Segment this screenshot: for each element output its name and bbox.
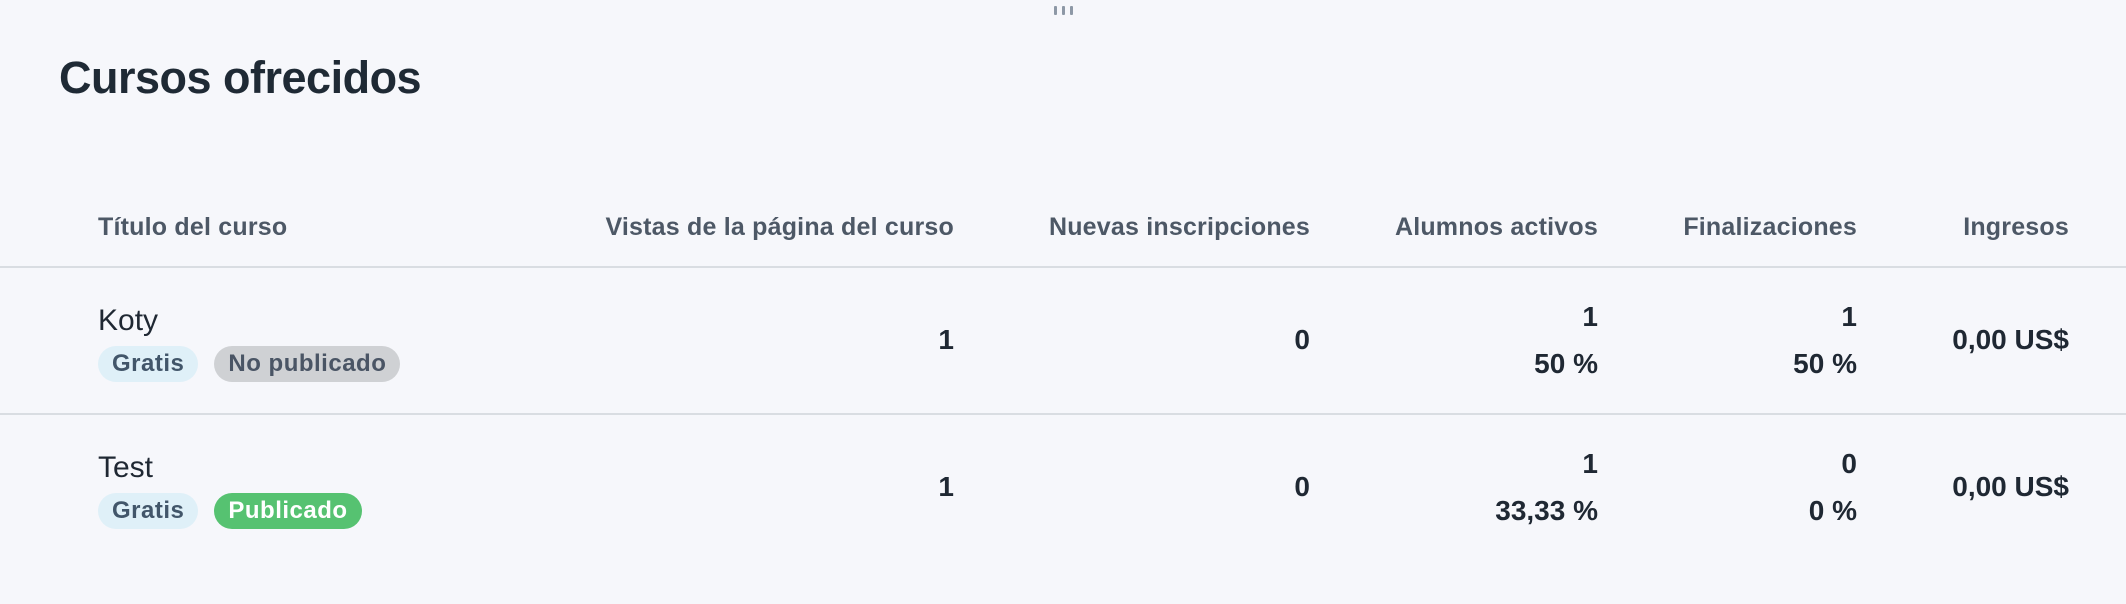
table-row[interactable]: Koty Gratis No publicado 1 0 1 50 % 1 50… bbox=[0, 268, 2126, 415]
course-title[interactable]: Test bbox=[98, 451, 153, 485]
active-students-percent: 50 % bbox=[1534, 348, 1598, 379]
header-income[interactable]: Ingresos bbox=[1963, 213, 2069, 242]
status-badge: Publicado bbox=[214, 493, 362, 529]
income-value: 0,00 US$ bbox=[1952, 324, 2069, 355]
new-enrollments-value: 0 bbox=[1294, 324, 1310, 355]
page-views-value: 1 bbox=[938, 324, 954, 355]
drag-handle-icon[interactable] bbox=[1051, 6, 1075, 16]
price-badge: Gratis bbox=[98, 346, 199, 382]
page-title: Cursos ofrecidos bbox=[59, 52, 422, 103]
courses-table: Título del curso Vistas de la página del… bbox=[0, 198, 2126, 560]
completions-value: 1 bbox=[1841, 301, 1857, 332]
table-header: Título del curso Vistas de la página del… bbox=[0, 198, 2126, 268]
course-badges: Gratis No publicado bbox=[98, 346, 401, 382]
active-students-percent: 33,33 % bbox=[1495, 495, 1598, 526]
header-completions[interactable]: Finalizaciones bbox=[1683, 213, 1857, 242]
header-new-enrollments[interactable]: Nuevas inscripciones bbox=[1049, 213, 1310, 242]
new-enrollments-value: 0 bbox=[1294, 471, 1310, 502]
course-badges: Gratis Publicado bbox=[98, 493, 362, 529]
income-value: 0,00 US$ bbox=[1952, 471, 2069, 502]
header-course-title[interactable]: Título del curso bbox=[98, 213, 287, 242]
header-active-students[interactable]: Alumnos activos bbox=[1395, 213, 1598, 242]
completions-value: 0 bbox=[1841, 448, 1857, 479]
page-views-value: 1 bbox=[938, 471, 954, 502]
active-students-value: 1 bbox=[1582, 448, 1598, 479]
table-row[interactable]: Test Gratis Publicado 1 0 1 33,33 % 0 0 … bbox=[0, 415, 2126, 560]
course-title[interactable]: Koty bbox=[98, 304, 158, 338]
status-badge: No publicado bbox=[214, 346, 401, 382]
header-page-views[interactable]: Vistas de la página del curso bbox=[605, 213, 954, 242]
completions-percent: 50 % bbox=[1793, 348, 1857, 379]
price-badge: Gratis bbox=[98, 493, 199, 529]
completions-percent: 0 % bbox=[1808, 495, 1857, 526]
active-students-value: 1 bbox=[1582, 301, 1598, 332]
